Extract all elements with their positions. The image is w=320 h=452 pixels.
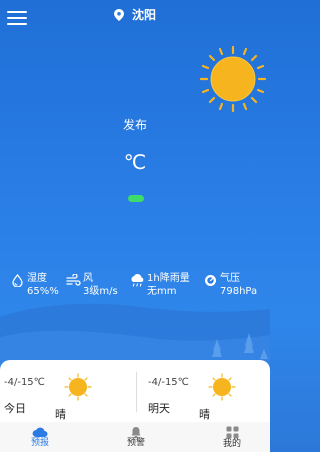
forecast-panel: -4/-15℃ 今日 晴 -4/-15℃ 明天 晴 <box>0 360 270 422</box>
wind-icon <box>66 274 81 286</box>
forecast-divider <box>136 372 137 412</box>
bell-icon <box>131 427 141 438</box>
forecast-temp-range: -4/-15℃ <box>4 377 45 388</box>
tab-mine[interactable]: 我的 <box>202 422 262 452</box>
bottom-tab-bar: 预报 预警 我的 <box>0 422 270 452</box>
tab-warning[interactable]: 预警 <box>106 422 166 452</box>
publish-time: 发布 <box>122 118 147 132</box>
sun-icon <box>199 45 267 113</box>
forecast-day: 今日 <box>4 402 26 415</box>
air-quality-badge <box>128 195 144 202</box>
stat-label: 风 <box>83 273 93 284</box>
forecast-card-today[interactable]: -4/-15℃ 今日 晴 <box>0 360 132 422</box>
tab-forecast[interactable]: 预报 <box>10 422 70 452</box>
humidity-icon <box>12 274 23 287</box>
rain-icon <box>131 274 144 287</box>
forecast-day: 明天 <box>148 402 170 415</box>
stat-label: 1h降雨量 <box>147 273 190 284</box>
tab-label: 我的 <box>222 439 241 449</box>
current-temperature: ℃ <box>123 150 147 174</box>
location-header[interactable]: 沈阳 <box>0 6 270 23</box>
grid-icon <box>226 426 238 439</box>
tab-label: 预警 <box>126 438 145 448</box>
sun-icon <box>64 373 92 401</box>
stat-label: 气压 <box>220 273 240 284</box>
pressure-icon <box>205 275 216 286</box>
location-name: 沈阳 <box>131 8 156 22</box>
forecast-card-tomorrow[interactable]: -4/-15℃ 明天 晴 <box>144 360 276 422</box>
forecast-temp-range: -4/-15℃ <box>148 377 189 388</box>
tab-label: 预报 <box>30 438 49 448</box>
location-pin-icon <box>113 9 124 21</box>
sun-icon <box>208 373 236 401</box>
cloud-icon <box>32 427 48 437</box>
forecast-condition: 晴 <box>55 408 66 421</box>
stat-label: 湿度 <box>27 273 47 284</box>
forecast-condition: 晴 <box>199 408 210 421</box>
